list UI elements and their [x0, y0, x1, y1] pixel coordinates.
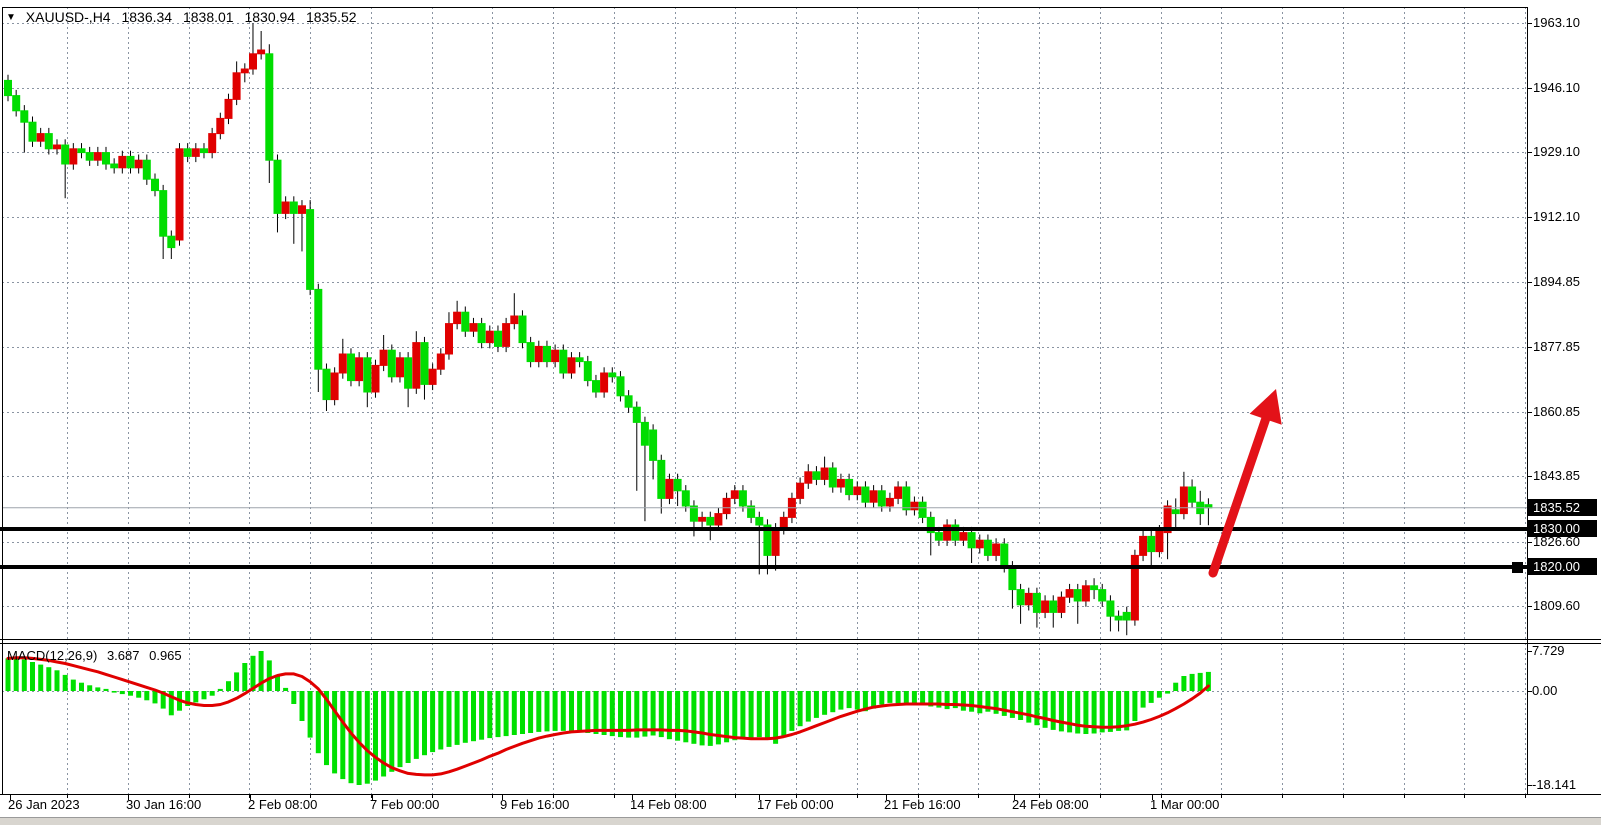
ohlc-close: 1835.52 — [306, 9, 357, 25]
price-axis-label: 1860.85 — [1533, 404, 1580, 420]
symbol-and-timeframe: XAUUSD-,H4 — [26, 9, 111, 25]
current-price-badge: 1835.52 — [1528, 499, 1597, 516]
price-axis-label: 1809.60 — [1533, 598, 1580, 614]
ohlc-high: 1838.01 — [183, 9, 234, 25]
macd-indicator-label: MACD(12,26,9) 3.687 0.965 — [7, 648, 188, 663]
macd-signal-value: 0.965 — [149, 648, 182, 663]
time-axis-label: 30 Jan 16:00 — [126, 797, 201, 812]
time-axis-label: 2 Feb 08:00 — [248, 797, 317, 812]
hline-price-badge: 1820.00 — [1528, 558, 1597, 575]
price-axis-label: 1877.85 — [1533, 339, 1580, 355]
time-axis-label: 9 Feb 16:00 — [500, 797, 569, 812]
price-axis-label: 1963.10 — [1533, 15, 1580, 31]
price-axis-label: 1843.85 — [1533, 468, 1580, 484]
time-axis-label: 24 Feb 08:00 — [1012, 797, 1089, 812]
line-drag-handle[interactable] — [1512, 562, 1523, 573]
macd-main-value: 3.687 — [107, 648, 140, 663]
price-axis-label: 1929.10 — [1533, 144, 1580, 160]
macd-axis-label: -18.141 — [1532, 777, 1576, 793]
trading-chart-window: ▼ XAUUSD-,H4 1836.34 1838.01 1830.94 183… — [0, 0, 1601, 825]
price-axis-label: 1894.85 — [1533, 274, 1580, 290]
ohlc-low: 1830.94 — [244, 9, 295, 25]
hline-price-badge: 1830.00 — [1528, 520, 1597, 537]
time-axis-label: 1 Mar 00:00 — [1150, 797, 1219, 812]
macd-name: MACD(12,26,9) — [7, 648, 97, 663]
macd-axis-label: 0.00 — [1532, 683, 1557, 699]
chart-canvas[interactable] — [0, 0, 1601, 825]
macd-axis-label: 7.729 — [1532, 643, 1565, 659]
symbol-dropdown-icon[interactable]: ▼ — [6, 12, 16, 23]
time-axis-label: 26 Jan 2023 — [8, 797, 80, 812]
symbol-info-bar: ▼ XAUUSD-,H4 1836.34 1838.01 1830.94 183… — [6, 9, 364, 25]
price-axis-label: 1912.10 — [1533, 209, 1580, 225]
time-axis-label: 7 Feb 00:00 — [370, 797, 439, 812]
price-axis-label: 1946.10 — [1533, 80, 1580, 96]
ohlc-open: 1836.34 — [121, 9, 172, 25]
time-axis-label: 21 Feb 16:00 — [884, 797, 961, 812]
time-axis-label: 14 Feb 08:00 — [630, 797, 707, 812]
time-axis-label: 17 Feb 00:00 — [757, 797, 834, 812]
window-bottom-edge — [0, 817, 1601, 825]
